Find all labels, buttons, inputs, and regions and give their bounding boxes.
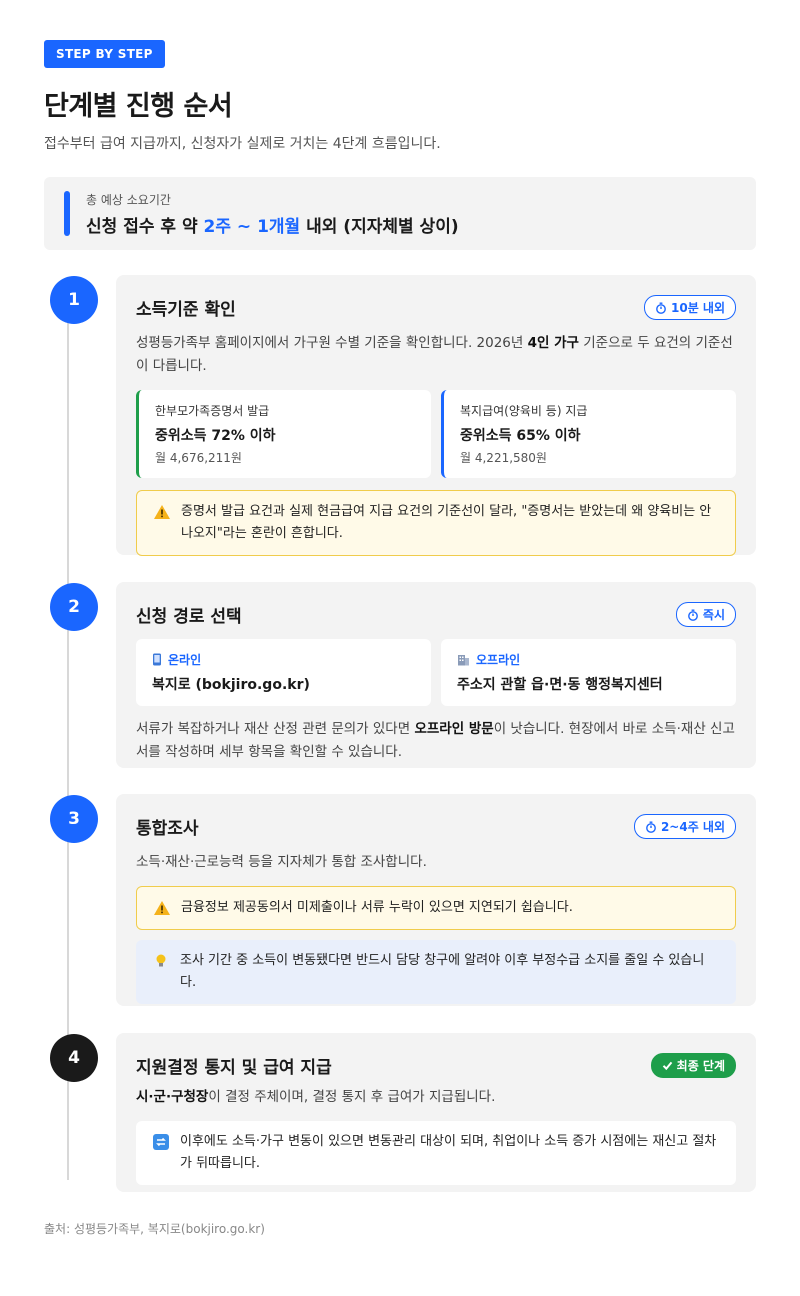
summary-prefix: 신청 접수 후 약 (86, 217, 204, 237)
step-4-info: 이후에도 소득·가구 변동이 있으면 변동관리 대상이 되며, 취업이나 소득 … (136, 1121, 736, 1185)
summary-accent-bar (64, 191, 70, 236)
box-value: 중위소득 72% 이하 (155, 428, 276, 444)
step-1-desc: 성평등가족부 홈페이지에서 가구원 수별 기준을 확인합니다. 2026년 4인… (136, 332, 736, 378)
online-route-box: 온라인 복지로 (bokjiro.go.kr) (136, 639, 431, 706)
info-text: 이후에도 소득·가구 변동이 있으면 변동관리 대상이 되며, 취업이나 소득 … (180, 1134, 717, 1171)
page-title: 단계별 진행 순서 (44, 91, 233, 122)
step-4-final-pill: 최종 단계 (650, 1053, 736, 1078)
step-1-time-pill: 10분 내외 (644, 295, 736, 320)
step-2-title: 신청 경로 선택 (136, 607, 242, 627)
summary-suffix: 내외 (지자체별 상이) (300, 217, 459, 237)
mobile-phone-icon (153, 653, 161, 666)
step-3-title: 통합조사 (136, 819, 199, 839)
step-by-step-badge: STEP BY STEP (44, 40, 165, 68)
offline-label: 오프라인 (476, 653, 521, 667)
source-note: 출처: 성평등가족부, 복지로(bokjiro.go.kr) (44, 1222, 265, 1236)
step-4-card: 지원결정 통지 및 급여 지급 최종 단계 시·군·구청장이 결정 주체이며, … (116, 1033, 756, 1192)
repeat-icon (153, 1134, 169, 1150)
step-4-time: 최종 단계 (676, 1059, 725, 1073)
summary-label: 총 예상 소요기간 (86, 193, 171, 207)
stopwatch-icon (646, 821, 656, 833)
step-3-card: 통합조사 2~4주 내외 소득·재산·근로능력 등을 지자체가 통합 조사합니다… (116, 794, 756, 1006)
stopwatch-icon (688, 609, 698, 621)
warning-icon (154, 901, 170, 915)
step-2-desc-bold: 오프라인 방문 (414, 721, 494, 737)
step-2-time-pill: 즉시 (675, 602, 736, 627)
check-icon (662, 1061, 672, 1071)
step-4-desc-bold: 시·군·구청장 (136, 1089, 209, 1105)
online-value: 복지로 (bokjiro.go.kr) (152, 677, 310, 693)
step-1-desc-bold: 4인 가구 (527, 335, 579, 351)
page-header: STEP BY STEP 단계별 진행 순서 접수부터 급여 지급까지, 신청자… (44, 40, 756, 250)
stopwatch-icon (656, 302, 666, 314)
offline-tag: 오프라인 (457, 651, 720, 668)
box-amount: 월 4,221,580원 (460, 451, 547, 465)
step-1-time: 10분 내외 (671, 301, 725, 315)
step-3-tip: 조사 기간 중 소득이 변동됐다면 반드시 담당 창구에 알려야 이후 부정수급… (136, 940, 736, 1004)
building-icon (458, 655, 469, 666)
step-2-time: 즉시 (702, 608, 725, 622)
step-3-time-pill: 2~4주 내외 (633, 814, 736, 839)
box-amount: 월 4,676,211원 (155, 451, 242, 465)
benefit-criteria-box: 복지급여(양육비 등) 지급 중위소득 65% 이하 월 4,221,580원 (441, 390, 736, 478)
step-3-time: 2~4주 내외 (660, 820, 725, 834)
online-label: 온라인 (168, 653, 202, 667)
step-4-number: 4 (50, 1034, 98, 1082)
box-label: 한부모가족증명서 발급 (155, 404, 270, 418)
offline-value: 주소지 관할 읍·면·동 행정복지센터 (457, 677, 663, 693)
step-4-desc-b: 이 결정 주체이며, 결정 통지 후 급여가 지급됩니다. (208, 1089, 496, 1105)
box-value: 중위소득 65% 이하 (460, 428, 581, 444)
step-1-title: 소득기준 확인 (136, 300, 236, 320)
step-3-warning: 금융정보 제공동의서 미제출이나 서류 누락이 있으면 지연되기 쉽습니다. (136, 886, 736, 930)
step-2-card: 신청 경로 선택 즉시 온라인 복지로 (bokjiro.go.kr) 오프라인… (116, 582, 756, 768)
step-1-warning: 증명서 발급 요건과 실제 현금급여 지급 요건의 기준선이 달라, "증명서는… (136, 490, 736, 556)
step-1-card: 소득기준 확인 10분 내외 성평등가족부 홈페이지에서 가구원 수별 기준을 … (116, 275, 756, 556)
step-2-desc: 서류가 복잡하거나 재산 산정 관련 문의가 있다면 오프라인 방문이 낫습니다… (136, 718, 736, 764)
step-3-desc: 소득·재산·근로능력 등을 지자체가 통합 조사합니다. (136, 854, 427, 870)
summary-accent: 2주 ~ 1개월 (203, 217, 301, 237)
warning-icon (154, 505, 170, 519)
warning-text: 증명서 발급 요건과 실제 현금급여 지급 요건의 기준선이 달라, "증명서는… (181, 504, 712, 541)
certificate-criteria-box: 한부모가족증명서 발급 중위소득 72% 이하 월 4,676,211원 (136, 390, 431, 478)
lightbulb-icon (156, 954, 166, 967)
online-tag: 온라인 (152, 651, 415, 668)
step-2-desc-a: 서류가 복잡하거나 재산 산정 관련 문의가 있다면 (136, 721, 415, 737)
step-2-number: 2 (50, 583, 98, 631)
warning-text: 금융정보 제공동의서 미제출이나 서류 누락이 있으면 지연되기 쉽습니다. (181, 900, 573, 915)
tip-text: 조사 기간 중 소득이 변동됐다면 반드시 담당 창구에 알려야 이후 부정수급… (180, 953, 705, 990)
box-label: 복지급여(양육비 등) 지급 (460, 404, 588, 418)
offline-route-box: 오프라인 주소지 관할 읍·면·동 행정복지센터 (441, 639, 736, 706)
summary-value: 신청 접수 후 약 2주 ~ 1개월 내외 (지자체별 상이) (86, 212, 756, 237)
step-4-desc: 시·군·구청장이 결정 주체이며, 결정 통지 후 급여가 지급됩니다. (136, 1086, 736, 1109)
duration-summary: 총 예상 소요기간 신청 접수 후 약 2주 ~ 1개월 내외 (지자체별 상이… (44, 177, 756, 250)
step-4-title: 지원결정 통지 및 급여 지급 (136, 1058, 332, 1078)
step-1-number: 1 (50, 276, 98, 324)
page-subtitle: 접수부터 급여 지급까지, 신청자가 실제로 거치는 4단계 흐름입니다. (44, 136, 441, 152)
step-1-desc-a: 성평등가족부 홈페이지에서 가구원 수별 기준을 확인합니다. 2026년 (136, 335, 528, 351)
step-3-number: 3 (50, 795, 98, 843)
